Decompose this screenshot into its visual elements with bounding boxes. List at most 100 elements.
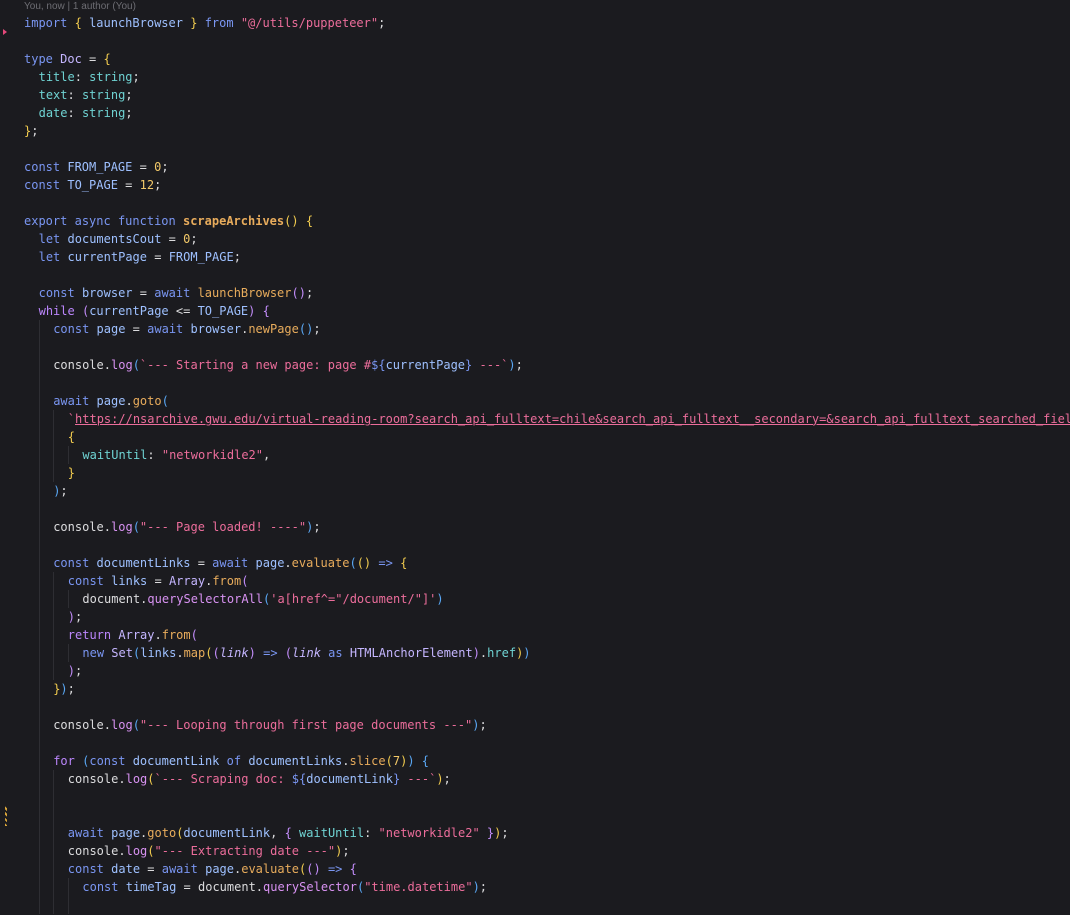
code-line[interactable]: ); [24, 662, 1070, 680]
code-editor[interactable]: You, now | 1 author (You) import { launc… [0, 0, 1070, 915]
code-token: Array [118, 628, 155, 642]
code-line[interactable] [24, 338, 1070, 356]
code-line[interactable]: console.log(`--- Scraping doc: ${documen… [24, 770, 1070, 788]
code-line[interactable]: return Array.from( [24, 626, 1070, 644]
code-line[interactable]: await page.goto(documentLink, { waitUnti… [24, 824, 1070, 842]
indent-guide [24, 86, 39, 104]
code-line[interactable]: waitUntil: "networkidle2", [24, 446, 1070, 464]
code-line[interactable] [24, 266, 1070, 284]
indent-guide [38, 680, 54, 698]
code-line[interactable]: document.querySelectorAll('a[href^="/doc… [24, 590, 1070, 608]
code-line[interactable]: console.log("--- Extracting date ---"); [24, 842, 1070, 860]
code-token: ; [75, 610, 83, 624]
code-line[interactable]: const date = await page.evaluate(() => { [24, 860, 1070, 878]
code-line[interactable] [24, 194, 1070, 212]
code-line[interactable]: }); [24, 680, 1070, 698]
code-token: ( [212, 646, 220, 660]
code-line[interactable]: for (const documentLink of documentLinks… [24, 752, 1070, 770]
code-token: string [81, 88, 126, 102]
code-line[interactable] [24, 32, 1070, 50]
code-token: { [400, 556, 408, 570]
code-token: links [140, 646, 177, 660]
code-token: () [356, 556, 372, 570]
code-line[interactable] [24, 374, 1070, 392]
code-line[interactable]: await page.goto( [24, 392, 1070, 410]
code-line[interactable]: type Doc = { [24, 50, 1070, 68]
code-line[interactable]: const timeTag = document.querySelector("… [24, 878, 1070, 896]
code-line[interactable]: new Set(links.map((link) => (link as HTM… [24, 644, 1070, 662]
code-line[interactable]: console.log(`--- Starting a new page: pa… [24, 356, 1070, 374]
code-line[interactable] [24, 536, 1070, 554]
code-token: const [38, 286, 75, 300]
indent-guide [24, 302, 39, 320]
code-line[interactable]: text: string; [24, 86, 1070, 104]
code-line[interactable]: }; [24, 122, 1070, 140]
code-line[interactable] [24, 500, 1070, 518]
indent-guide [53, 896, 68, 914]
code-token: log [125, 844, 148, 858]
code-token: ( [132, 358, 140, 372]
code-token: 12 [139, 178, 155, 192]
code-line[interactable]: const TO_PAGE = 12; [24, 176, 1070, 194]
code-line[interactable]: import { launchBrowser } from "@/utils/p… [24, 14, 1070, 32]
code-token: `--- Scraping doc: [154, 772, 292, 786]
code-line[interactable]: let documentsCout = 0; [24, 230, 1070, 248]
code-token: slice [349, 754, 386, 768]
code-token: "--- Extracting date ---" [154, 844, 336, 858]
code-line[interactable]: const links = Array.from( [24, 572, 1070, 590]
code-line[interactable]: ); [24, 608, 1070, 626]
code-line[interactable]: console.log("--- Looping through first p… [24, 716, 1070, 734]
indent-guide [24, 572, 39, 590]
code-line[interactable] [24, 140, 1070, 158]
indent-guide [24, 518, 39, 536]
code-line[interactable]: `https://nsarchive.gwu.edu/virtual-readi… [24, 410, 1070, 428]
code-token: date [111, 862, 141, 876]
git-blame-annotation[interactable]: You, now | 1 author (You) [24, 1, 136, 13]
code-line[interactable]: date: string; [24, 104, 1070, 122]
code-token: links [111, 574, 148, 588]
code-line[interactable]: { [24, 428, 1070, 446]
code-token: waitUntil [82, 448, 148, 462]
indent-guide [53, 608, 68, 626]
code-token: ; [378, 16, 386, 30]
indent-guide [38, 356, 54, 374]
code-line[interactable]: const FROM_PAGE = 0; [24, 158, 1070, 176]
code-line[interactable] [24, 734, 1070, 752]
code-content[interactable]: import { launchBrowser } from "@/utils/p… [24, 14, 1070, 914]
code-line[interactable]: export async function scrapeArchives() { [24, 212, 1070, 230]
indent-guide [24, 842, 39, 860]
code-line[interactable] [24, 788, 1070, 806]
indent-guide [38, 896, 54, 914]
code-line[interactable]: ); [24, 482, 1070, 500]
breakpoint-marker-icon[interactable] [3, 29, 7, 35]
code-line[interactable] [24, 698, 1070, 716]
code-token: = [147, 250, 169, 264]
code-line[interactable] [24, 806, 1070, 824]
code-token: document [198, 880, 256, 894]
indent-guide [24, 266, 39, 284]
code-line[interactable]: const page = await browser.newPage(); [24, 320, 1070, 338]
code-line[interactable] [24, 896, 1070, 914]
indent-guide [38, 572, 54, 590]
url-link[interactable]: https://nsarchive.gwu.edu/virtual-readin… [75, 412, 1070, 426]
code-line[interactable]: title: string; [24, 68, 1070, 86]
code-token: const [24, 178, 61, 192]
code-token: string [81, 106, 126, 120]
indent-guide [53, 662, 68, 680]
code-token: ( [385, 754, 393, 768]
code-line[interactable]: console.log("--- Page loaded! ----"); [24, 518, 1070, 536]
indent-guide [24, 428, 39, 446]
code-line[interactable]: let currentPage = FROM_PAGE; [24, 248, 1070, 266]
code-line[interactable]: const documentLinks = await page.evaluat… [24, 554, 1070, 572]
indent-guide [53, 410, 68, 428]
code-line[interactable]: while (currentPage <= TO_PAGE) { [24, 302, 1070, 320]
code-token: console [67, 772, 119, 786]
code-line[interactable]: } [24, 464, 1070, 482]
code-line[interactable]: const browser = await launchBrowser(); [24, 284, 1070, 302]
